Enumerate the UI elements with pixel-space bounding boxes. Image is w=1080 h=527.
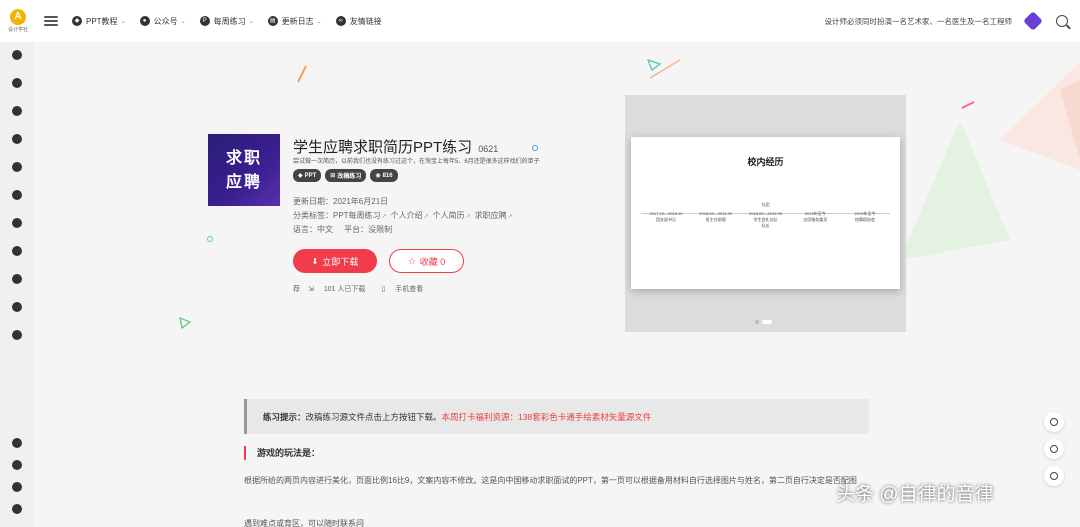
tag-icon: ◉	[375, 173, 381, 179]
product-tag[interactable]: ⊞ 改稿练习	[325, 169, 367, 182]
timeline-item: 2018.09—2019.09 班主任助理	[691, 211, 741, 223]
timeline-item: 2019年至今 校舞蹈协会	[840, 211, 890, 223]
slide-center-label: 社团	[761, 202, 770, 207]
tag-icon: ◆	[298, 173, 303, 179]
platform-label: 平台：	[344, 225, 369, 234]
section-heading: 游戏的玩法是：	[244, 446, 320, 460]
watermark: 头条 @自律的音律	[836, 484, 994, 505]
practice-tip: 练习提示： 改稿练习源文件点击上方按钮下载。 本周打卡福利资源： 138套彩色卡…	[244, 399, 869, 434]
product-tags: ◆ PPT ⊞ 改稿练习 ◉ 816	[293, 169, 402, 182]
product-tag[interactable]: ◆ PPT	[293, 169, 322, 182]
mobile-view-link[interactable]: ▯ 手机查看	[381, 284, 431, 294]
timeline-item: 2017.10—2018.10 团支部书记	[641, 211, 691, 223]
download-button[interactable]: ⬇ 立即下载	[293, 249, 377, 273]
download-count-text: 101 人已下载	[323, 286, 366, 293]
timeline-desc: 志愿服务委员	[803, 217, 828, 222]
timeline-desc: 团支部书记	[656, 217, 676, 222]
product-title: 学生应聘求职简历PPT练习	[293, 139, 473, 156]
product-thumbnail[interactable]: 求职 应聘	[208, 134, 280, 206]
tag-label: PPT	[304, 172, 317, 179]
category-link[interactable]: 个人介绍↗	[391, 211, 429, 220]
category-link[interactable]: PPT每周练习↗	[333, 211, 387, 220]
float-tag-button[interactable]	[1044, 439, 1064, 459]
downloads-icon: ⇲	[308, 286, 316, 293]
section-paragraph: 根据所给的两页内容进行美化，页面比例16比9，文案内容不修改。这是向中国移动求职…	[244, 476, 857, 485]
category-link-text: 个人介绍	[390, 211, 423, 220]
recommend-tag: 荐	[293, 286, 300, 293]
mobile-view-text: 手机查看	[395, 286, 424, 293]
language-platform: 语言：中文 平台：没限制	[293, 224, 392, 235]
float-search-button[interactable]	[1044, 412, 1064, 432]
timeline-desc: 校舞蹈协会	[855, 217, 875, 222]
thumbnail-text-line1: 求职	[225, 148, 262, 167]
category-link[interactable]: 求职应聘↗	[475, 211, 513, 220]
product-title-row: 学生应聘求职简历PPT练习 0621	[293, 136, 498, 157]
collect-button[interactable]: ☆ 收藏 0	[389, 249, 464, 273]
timeline-item: 2018.09—2019.09 学生会礼仪队 队长	[741, 211, 791, 229]
timeline-desc: 学生会礼仪队 队长	[753, 217, 778, 228]
tip-welfare-link[interactable]: 138套彩色卡通手绘素材矢量源文件	[518, 411, 651, 423]
category-tags: 分类标签：PPT每周练习↗ 个人介绍↗ 个人简历↗ 求职应聘↗	[293, 210, 517, 221]
external-link-icon: ↗	[465, 214, 471, 220]
product-stats: 荐 ⇲ 101 人已下载 ▯ 手机查看	[293, 284, 439, 294]
tip-label: 练习提示：	[263, 411, 306, 422]
language-value: 中文	[317, 225, 333, 234]
external-link-icon: ↗	[423, 214, 429, 220]
timeline-item: 2019年至今 志愿服务委员	[790, 211, 840, 223]
thumbnail-text-line2: 应聘	[225, 172, 262, 191]
star-icon: ☆	[407, 255, 416, 266]
carousel-dot[interactable]	[755, 320, 759, 324]
tag-label: 改稿练习	[337, 174, 362, 180]
float-tag-icon	[1050, 445, 1058, 453]
collect-label: 收藏 0	[419, 256, 446, 267]
tip-text: 改稿练习源文件点击上方按钮下载。	[305, 411, 442, 422]
background-decorations	[179, 59, 1080, 330]
float-list-icon	[1050, 472, 1058, 480]
tag-label: 816	[382, 172, 393, 179]
date-value: 2021年6月21日	[333, 197, 389, 206]
timeline-desc: 班主任助理	[705, 217, 726, 222]
carousel-dot-active[interactable]	[762, 320, 772, 324]
preview-carousel[interactable]: 校内经历 社团 2017.10—2018.10 团支部书记 2018.09—2019…	[625, 95, 906, 332]
update-date: 更新日期：2021年6月21日	[293, 196, 388, 207]
external-link-icon: ↗	[507, 214, 513, 220]
section-paragraph-2: 遇到难点或育区，可以随时联系问	[244, 519, 364, 527]
category-link[interactable]: 个人简历↗	[433, 211, 471, 220]
float-list-button[interactable]	[1044, 466, 1064, 486]
category-link-text: 个人简历	[432, 211, 465, 220]
float-search-icon	[1050, 418, 1058, 426]
download-icon: ⬇	[311, 256, 319, 266]
mobile-icon: ▯	[381, 286, 388, 293]
external-link-icon: ↗	[381, 214, 387, 220]
slide-title: 校内经历	[747, 157, 784, 167]
product-subtitle: 尝试做一次简历，以前我们也没有练习过这个，在淘宝上每年5、6月还是很多这样找们的…	[293, 159, 540, 165]
category-label: 分类标签：	[293, 211, 333, 220]
platform-value: 没限制	[368, 225, 393, 234]
product-code: 0621	[478, 144, 499, 154]
category-link-text: 求职应聘	[474, 211, 507, 220]
date-label: 更新日期：	[293, 197, 333, 206]
preview-slide: 校内经历 社团 2017.10—2018.10 团支部书记 2018.09—2019…	[631, 137, 900, 289]
download-label: 立即下载	[322, 256, 359, 267]
tip-welfare-label: 本周打卡福利资源：	[441, 411, 519, 422]
carousel-dots	[755, 320, 775, 324]
product-tag[interactable]: ◉ 816	[370, 169, 398, 182]
download-count: ⇲ 101 人已下载	[308, 284, 373, 294]
tag-icon: ⊞	[330, 173, 336, 179]
language-label: 语言：	[293, 225, 317, 234]
category-link-text: PPT每周练习	[333, 211, 381, 220]
